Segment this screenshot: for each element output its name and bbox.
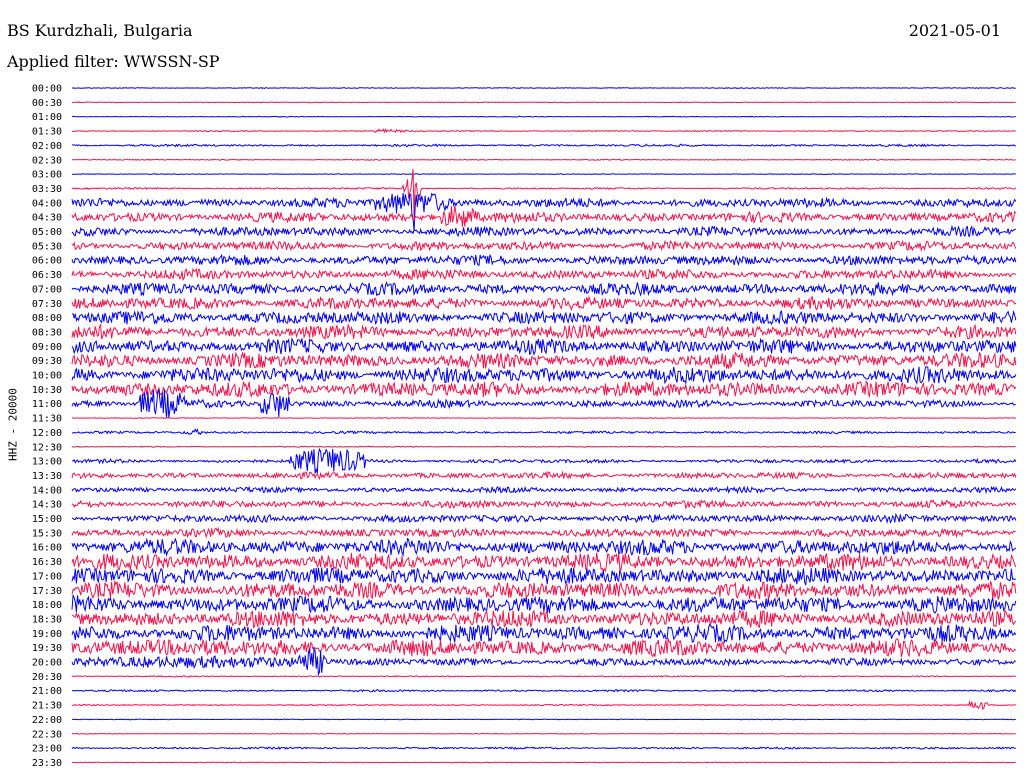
trace-row-1900 (71, 622, 1017, 644)
time-tick-label: 05:30 (32, 241, 62, 252)
trace-row-1430 (71, 498, 1017, 510)
time-tick-label: 01:30 (32, 127, 62, 138)
time-tick-label: 19:30 (32, 643, 62, 654)
trace-row-0600 (71, 253, 1017, 267)
trace-row-0030 (71, 101, 1016, 104)
time-tick-label: 21:00 (32, 686, 62, 697)
trace-row-0130 (71, 127, 1016, 134)
time-tick-label: 23:00 (32, 744, 62, 755)
trace-row-0900 (71, 336, 1017, 356)
trace-row-1530 (71, 526, 1016, 539)
traces (71, 87, 1017, 764)
time-tick-label: 11:00 (32, 399, 62, 410)
time-tick-label: 14:00 (32, 485, 62, 496)
trace-row-0630 (71, 267, 1016, 282)
time-tick-label: 06:30 (32, 270, 62, 281)
time-tick-label: 02:30 (32, 155, 62, 166)
time-tick-label: 00:00 (32, 84, 62, 95)
trace-row-0700 (71, 280, 1017, 297)
trace-row-0530 (71, 239, 1017, 252)
trace-row-2200 (71, 718, 1016, 721)
trace-row-1830 (71, 609, 1017, 629)
trace-row-0830 (71, 323, 1017, 340)
time-tick-label: 06:00 (32, 256, 62, 267)
time-tick-label: 07:30 (32, 299, 62, 310)
trace-row-0800 (71, 309, 1017, 326)
trace-row-1130 (71, 417, 1016, 419)
trace-row-2000 (71, 646, 1017, 677)
trace-row-1800 (71, 595, 1017, 614)
time-tick-label: 18:00 (32, 600, 62, 611)
time-tick-label: 03:30 (32, 184, 62, 195)
time-tick-label: 01:00 (32, 112, 62, 123)
trace-row-1700 (71, 567, 1017, 586)
time-labels: 00:00 00:30 01:00 01:30 02:00 02:30 03:00 03:30… (32, 84, 62, 769)
time-tick-label: 21:30 (32, 701, 62, 712)
trace-row-0100 (71, 115, 1016, 118)
trace-row-1400 (71, 485, 1017, 495)
time-tick-label: 13:30 (32, 471, 62, 482)
trace-row-2330 (71, 761, 1016, 764)
trace-row-0200 (71, 143, 1016, 148)
time-tick-label: 20:30 (32, 672, 62, 683)
trace-row-0930 (71, 351, 1017, 370)
trace-row-1630 (71, 552, 1017, 573)
trace-row-2030 (71, 675, 1017, 678)
time-tick-label: 05:00 (32, 227, 62, 238)
time-tick-label: 15:30 (32, 528, 62, 539)
time-tick-label: 03:00 (32, 170, 62, 181)
trace-row-1300 (71, 447, 1017, 474)
time-tick-label: 00:30 (32, 98, 62, 109)
time-tick-label: 16:00 (32, 543, 62, 554)
time-tick-label: 18:30 (32, 614, 62, 625)
trace-row-0230 (71, 158, 1016, 161)
time-tick-label: 19:00 (32, 629, 62, 640)
trace-row-1500 (71, 512, 1017, 524)
trace-row-0730 (71, 295, 1017, 311)
trace-row-1030 (71, 380, 1017, 399)
time-tick-label: 11:30 (32, 414, 62, 425)
time-tick-label: 12:30 (32, 442, 62, 453)
trace-row-1930 (71, 638, 1017, 658)
time-tick-label: 16:30 (32, 557, 62, 568)
trace-row-0000 (71, 87, 1016, 89)
time-tick-label: 22:00 (32, 715, 62, 726)
trace-row-1000 (71, 366, 1017, 386)
time-tick-label: 08:00 (32, 313, 62, 324)
time-tick-label: 17:30 (32, 586, 62, 597)
trace-row-2300 (71, 746, 1017, 751)
time-tick-label: 08:30 (32, 327, 62, 338)
time-tick-label: 22:30 (32, 729, 62, 740)
time-tick-label: 04:30 (32, 213, 62, 224)
time-tick-label: 10:00 (32, 371, 62, 382)
trace-row-0500 (71, 224, 1017, 238)
time-tick-label: 10:30 (32, 385, 62, 396)
trace-row-1330 (71, 470, 1017, 480)
time-tick-label: 09:30 (32, 356, 62, 367)
trace-row-1600 (71, 537, 1017, 557)
trace-row-0330 (71, 169, 1017, 218)
time-tick-label: 13:00 (32, 457, 62, 468)
helicorder-plot: 00:00 00:30 01:00 01:30 02:00 02:30 03:00 03:30… (32, 84, 1017, 769)
seismogram-page: BS Kurdzhali, Bulgaria Applied filter: W… (0, 0, 1024, 780)
trace-row-2230 (71, 732, 1016, 735)
trace-row-1200 (71, 428, 1016, 436)
trace-row-0430 (71, 205, 1017, 227)
time-tick-label: 17:00 (32, 571, 62, 582)
time-tick-label: 12:00 (32, 428, 62, 439)
trace-row-2100 (71, 688, 1017, 693)
time-tick-label: 07:00 (32, 284, 62, 295)
time-tick-label: 15:00 (32, 514, 62, 525)
time-tick-label: 20:00 (32, 658, 62, 669)
time-tick-label: 04:00 (32, 198, 62, 209)
time-tick-label: 02:00 (32, 141, 62, 152)
time-tick-label: 14:30 (32, 500, 62, 511)
trace-row-0300 (72, 173, 1016, 176)
trace-row-1230 (71, 445, 1016, 448)
time-tick-label: 09:00 (32, 342, 62, 353)
time-tick-label: 23:30 (32, 758, 62, 769)
trace-row-1730 (71, 579, 1017, 601)
trace-row-2130 (71, 700, 1016, 711)
